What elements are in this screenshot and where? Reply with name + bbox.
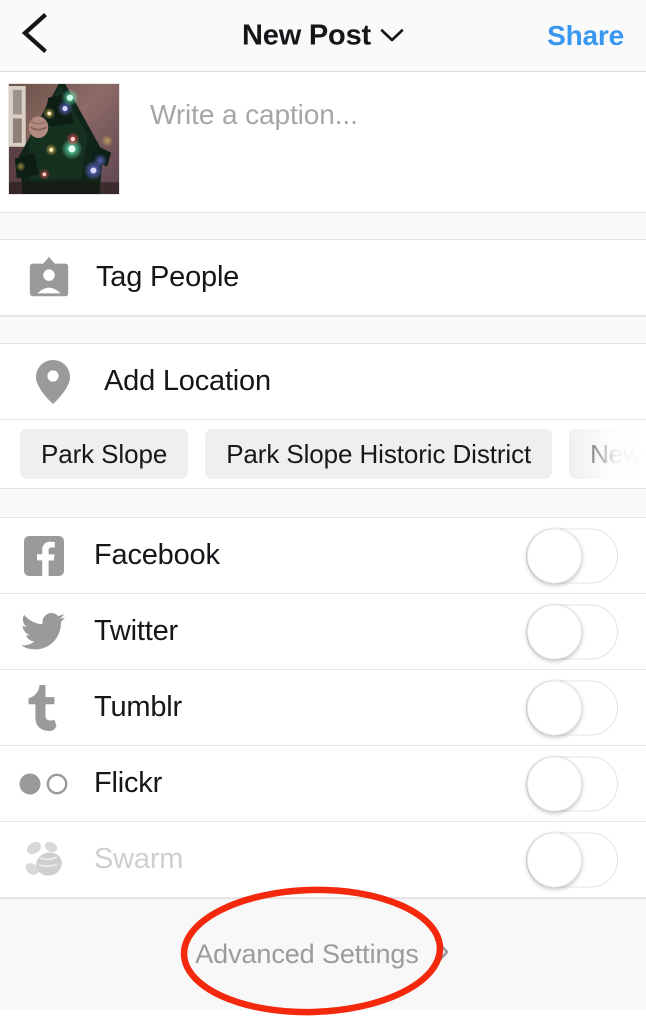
back-button[interactable] bbox=[12, 11, 56, 60]
location-chip-label: Park Slope bbox=[41, 438, 168, 469]
section-separator-1 bbox=[0, 212, 646, 240]
location-chip-list: Park Slope Park Slope Historic District … bbox=[0, 420, 646, 488]
add-location-row[interactable]: Add Location bbox=[0, 344, 646, 420]
swarm-icon bbox=[18, 839, 70, 881]
share-target-twitter[interactable]: Twitter bbox=[0, 594, 646, 670]
share-target-tumblr[interactable]: Tumblr bbox=[0, 670, 646, 746]
toggle-knob bbox=[527, 528, 582, 583]
location-suggestions-scroller[interactable]: Park Slope Park Slope Historic District … bbox=[0, 420, 646, 488]
tumblr-icon bbox=[18, 684, 70, 731]
toggle-knob bbox=[527, 756, 582, 811]
chevron-down-icon[interactable] bbox=[380, 28, 404, 44]
flickr-toggle[interactable] bbox=[526, 756, 618, 811]
share-button[interactable]: Share bbox=[547, 20, 624, 52]
section-separator-3 bbox=[0, 488, 646, 518]
post-thumbnail[interactable] bbox=[8, 83, 120, 195]
page-title: New Post bbox=[242, 19, 371, 51]
share-target-flickr[interactable]: Flickr bbox=[0, 746, 646, 822]
facebook-icon bbox=[18, 535, 70, 577]
share-target-label: Twitter bbox=[94, 615, 178, 647]
tag-people-row[interactable]: Tag People bbox=[0, 240, 646, 316]
share-target-label: Flickr bbox=[94, 767, 163, 799]
advanced-settings-button[interactable]: Advanced Settings bbox=[0, 898, 646, 1010]
twitter-icon bbox=[18, 612, 70, 652]
top-navigation-bar: New Post Share bbox=[0, 0, 646, 72]
location-chip[interactable]: Park Slope Historic District bbox=[205, 429, 553, 479]
chevron-right-icon bbox=[433, 937, 451, 972]
share-target-label: Swarm bbox=[94, 843, 184, 875]
location-chip[interactable]: Park Slope bbox=[20, 429, 189, 479]
swarm-toggle[interactable] bbox=[526, 832, 618, 887]
tag-people-label: Tag People bbox=[96, 261, 240, 293]
caption-section: Write a caption... bbox=[0, 72, 646, 212]
location-chip-label: New Yor bbox=[590, 438, 646, 469]
share-target-label: Facebook bbox=[94, 539, 220, 571]
advanced-settings-label: Advanced Settings bbox=[195, 939, 419, 969]
location-chip[interactable]: New Yor bbox=[569, 429, 646, 479]
add-location-label: Add Location bbox=[104, 365, 271, 397]
chevron-left-icon bbox=[18, 11, 50, 60]
toggle-knob bbox=[527, 604, 582, 659]
toggle-knob bbox=[527, 832, 582, 887]
caption-input[interactable]: Write a caption... bbox=[150, 99, 358, 131]
new-post-screen: New Post Share Write a caption... Tag Pe… bbox=[0, 0, 646, 1020]
flickr-icon bbox=[18, 772, 70, 796]
facebook-toggle[interactable] bbox=[526, 528, 618, 583]
twitter-toggle[interactable] bbox=[526, 604, 618, 659]
christmas-tree-photo bbox=[9, 84, 119, 194]
person-badge-icon bbox=[26, 254, 72, 302]
location-chip-label: Park Slope Historic District bbox=[226, 438, 532, 469]
share-target-facebook[interactable]: Facebook bbox=[0, 518, 646, 594]
map-pin-icon bbox=[30, 358, 76, 406]
share-target-swarm[interactable]: Swarm bbox=[0, 822, 646, 898]
section-separator-2 bbox=[0, 316, 646, 344]
tumblr-toggle[interactable] bbox=[526, 680, 618, 735]
toggle-knob bbox=[527, 680, 582, 735]
share-target-label: Tumblr bbox=[94, 691, 182, 723]
